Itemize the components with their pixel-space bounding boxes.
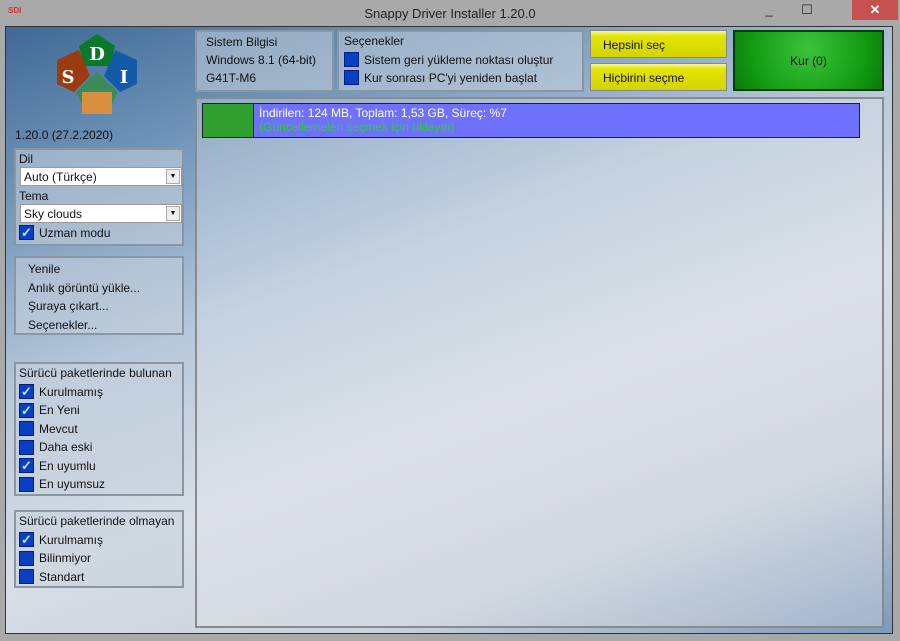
language-select[interactable]: Auto (Türkçe) ▼ xyxy=(20,167,182,186)
options-title: Seçenekler xyxy=(344,34,405,48)
actions-menu: Yenile Anlık görüntü yükle... Şuraya çık… xyxy=(14,256,184,335)
check-icon: ✓ xyxy=(19,225,34,240)
os-label: Windows 8.1 (64-bit) xyxy=(206,53,317,67)
group-title: Sürücü paketlerinde bulunan xyxy=(19,366,172,380)
filter-checkbox[interactable]: ✓ Kurulmamış xyxy=(19,384,103,399)
checkbox-icon xyxy=(344,70,359,85)
select-all-button[interactable]: Hepsini seç xyxy=(590,30,727,58)
progress-fill xyxy=(203,104,254,137)
select-none-button[interactable]: Hiçbirini seçme xyxy=(590,63,727,91)
checkbox-icon: ✓ xyxy=(19,402,34,418)
filter-checkbox[interactable]: Mevcut xyxy=(19,421,78,436)
restore-point-label: Sistem geri yükleme noktası oluştur xyxy=(364,52,554,67)
filter-checkbox[interactable]: ✓ En uyumlu xyxy=(19,458,96,473)
filter-checkbox[interactable]: Daha eski xyxy=(19,439,93,455)
filter-checkbox[interactable]: Standart xyxy=(19,569,84,584)
filter-label: En uyumlu xyxy=(39,458,96,473)
maximize-button[interactable]: ☐ xyxy=(792,0,822,20)
options-panel: Seçenekler Sistem geri yükleme noktası o… xyxy=(337,30,584,92)
checkbox-icon xyxy=(19,550,34,566)
missing-filter-group: Sürücü paketlerinde olmayan ✓ Kurulmamış B… xyxy=(14,510,184,588)
found-filter-group: Sürücü paketlerinde bulunan ✓ Kurulmamış ✓… xyxy=(14,362,184,496)
filter-label: Daha eski xyxy=(39,440,93,454)
checkbox-icon xyxy=(19,439,34,455)
filter-label: En Yeni xyxy=(39,403,80,417)
menu-options[interactable]: Seçenekler... xyxy=(28,318,97,332)
version-label: 1.20.0 (27.2.2020) xyxy=(15,128,114,142)
filter-checkbox[interactable]: ✓ Kurulmamış xyxy=(19,532,103,547)
filter-checkbox[interactable]: ✓ En Yeni xyxy=(19,402,80,418)
checkbox-icon: ✓ xyxy=(19,458,34,473)
restart-label: Kur sonrası PC'yi yeniden başlat xyxy=(364,70,538,85)
restart-checkbox[interactable]: Kur sonrası PC'yi yeniden başlat xyxy=(344,70,537,85)
board-label: G41T-M6 xyxy=(206,71,257,85)
filter-label: En uyumsuz xyxy=(39,477,106,491)
menu-load-snapshot[interactable]: Anlık görüntü yükle... xyxy=(28,281,140,295)
chevron-down-icon: ▼ xyxy=(166,169,180,184)
checkbox-icon xyxy=(19,421,34,436)
download-progress[interactable]: İndirilen: 124 MB, Toplam: 1,53 GB, Süre… xyxy=(202,103,860,138)
filter-label: Bilinmiyor xyxy=(39,551,92,565)
minimize-button[interactable]: _ xyxy=(754,0,784,20)
menu-extract-to[interactable]: Şuraya çıkart... xyxy=(28,299,109,313)
filter-checkbox[interactable]: Bilinmiyor xyxy=(19,550,92,566)
filter-label: Standart xyxy=(39,569,85,584)
checkbox-icon xyxy=(19,476,34,492)
system-info-panel: Sistem Bilgisi Windows 8.1 (64-bit) G41T… xyxy=(195,30,334,92)
checkbox-icon xyxy=(19,569,34,584)
driver-list-panel[interactable] xyxy=(195,97,884,628)
settings-panel: Dil Auto (Türkçe) ▼ Tema Sky clouds ▼ ✓ Uzm… xyxy=(14,148,184,246)
theme-select[interactable]: Sky clouds ▼ xyxy=(20,204,182,223)
close-button[interactable]: ✕ xyxy=(852,0,898,20)
expert-mode-label: Uzman modu xyxy=(39,225,111,240)
sdi-logo: D S I xyxy=(57,34,137,114)
checkbox-icon xyxy=(344,52,359,67)
menu-refresh[interactable]: Yenile xyxy=(28,262,60,276)
filter-label: Kurulmamış xyxy=(39,532,104,547)
filter-label: Kurulmamış xyxy=(39,384,104,399)
svg-text:S: S xyxy=(62,67,75,88)
system-info-title: Sistem Bilgisi xyxy=(206,35,278,49)
svg-text:I: I xyxy=(120,67,128,88)
svg-text:D: D xyxy=(89,44,105,65)
filter-label: Mevcut xyxy=(39,421,78,436)
title-bar: SDI Snappy Driver Installer 1.20.0 _ ☐ ✕ xyxy=(0,0,900,26)
language-label: Dil xyxy=(19,152,33,166)
install-button[interactable]: Kur (0) xyxy=(733,30,884,91)
theme-value: Sky clouds xyxy=(24,207,83,221)
checkbox-icon: ✓ xyxy=(19,384,34,399)
progress-hint: (Güncellemeleri seçmek için tıklayın) xyxy=(259,120,455,134)
theme-label: Tema xyxy=(19,189,49,203)
filter-checkbox[interactable]: En uyumsuz xyxy=(19,476,106,492)
checkbox-icon: ✓ xyxy=(19,532,34,547)
expert-mode-checkbox[interactable]: ✓ Uzman modu xyxy=(19,225,110,240)
language-value: Auto (Türkçe) xyxy=(24,170,97,184)
group-title: Sürücü paketlerinde olmayan xyxy=(19,514,175,528)
progress-text: İndirilen: 124 MB, Toplam: 1,53 GB, Süre… xyxy=(259,106,507,120)
restore-point-checkbox[interactable]: Sistem geri yükleme noktası oluştur xyxy=(344,52,553,67)
chevron-down-icon: ▼ xyxy=(166,206,180,221)
